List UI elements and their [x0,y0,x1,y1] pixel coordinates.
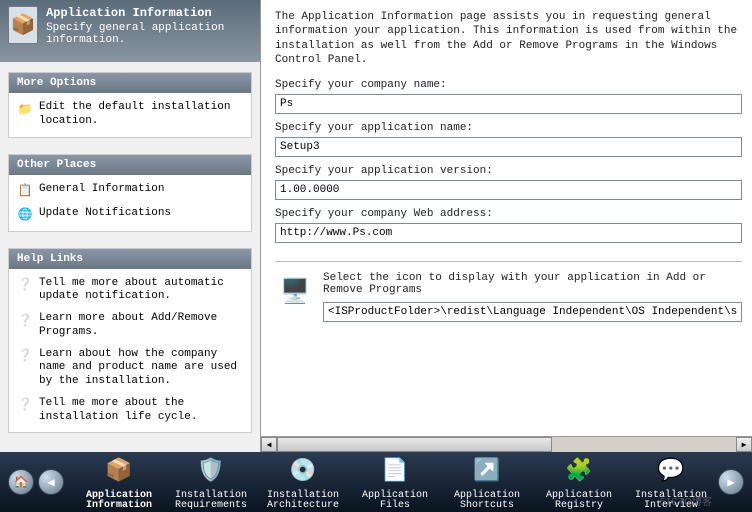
help-links-panel: Help Links ❔ Tell me more about automati… [8,248,252,434]
scroll-track[interactable] [277,437,736,452]
edit-install-location-link[interactable]: 📁 Edit the default installation location… [15,97,245,133]
globe-icon: 🌐 [17,207,33,223]
more-options-panel: More Options 📁 Edit the default installa… [8,72,252,138]
back-button[interactable]: ◀ [38,469,64,495]
appname-input[interactable] [275,137,742,157]
folder-icon: 📁 [17,101,33,117]
step-application-registry[interactable]: 🧩 Application Registry [536,453,622,512]
footer-nav: 🏠 ◀ 📦 Application Information 🛡️ Install… [0,452,752,512]
horizontal-scrollbar[interactable]: ◀ ▶ [261,436,752,452]
main-content: The Application Information page assists… [261,0,752,436]
icon-path-input[interactable] [323,302,742,322]
other-places-header: Other Places [9,155,251,175]
setup-icon-preview: 🖥️ [275,272,315,312]
shield-icon: 🛡️ [193,453,229,489]
step-application-shortcuts[interactable]: ↗️ Application Shortcuts [444,453,530,512]
page-subtitle: Specify general application information. [46,22,252,46]
step-application-files[interactable]: 📄 Application Files [352,453,438,512]
page-title: Application Information [46,6,252,20]
step-installation-requirements[interactable]: 🛡️ Installation Requirements [168,453,254,512]
step-installation-architecture[interactable]: 💿 Installation Architecture [260,453,346,512]
help-link-lifecycle[interactable]: ❔ Tell me more about the installation li… [15,393,245,429]
help-icon: ❔ [17,348,33,364]
version-label: Specify your application version: [275,165,742,177]
help-link-update-notification[interactable]: ❔ Tell me more about automatic update no… [15,273,245,309]
next-button[interactable]: ▶ [718,469,744,495]
intro-text: The Application Information page assists… [275,10,742,67]
dialog-icon: 💬 [653,453,689,489]
appname-label: Specify your application name: [275,122,742,134]
shortcut-icon: ↗️ [469,453,505,489]
step-application-information[interactable]: 📦 Application Information [76,453,162,512]
company-label: Specify your company name: [275,79,742,91]
other-places-panel: Other Places 📋 General Information 🌐 Upd… [8,154,252,232]
scroll-thumb[interactable] [277,437,552,452]
more-options-header: More Options [9,73,251,93]
update-notifications-link[interactable]: 🌐 Update Notifications [15,203,245,227]
help-links-header: Help Links [9,249,251,269]
scroll-right-button[interactable]: ▶ [736,437,752,452]
box-icon: 📦 [101,453,137,489]
help-icon: ❔ [17,397,33,413]
registry-icon: 🧩 [561,453,597,489]
general-information-link[interactable]: 📋 General Information [15,179,245,203]
page-header: 📦 Application Information Specify genera… [0,0,260,62]
web-label: Specify your company Web address: [275,208,742,220]
web-input[interactable] [275,223,742,243]
app-info-icon: 📦 [8,6,38,44]
scroll-left-button[interactable]: ◀ [261,437,277,452]
watermark: 51CTO博客 [660,493,712,508]
help-icon: ❔ [17,277,33,293]
icon-section-text: Select the icon to display with your app… [323,272,742,296]
home-button[interactable]: 🏠 [8,469,34,495]
help-link-company-product[interactable]: ❔ Learn about how the company name and p… [15,344,245,393]
file-icon: 📄 [377,453,413,489]
company-input[interactable] [275,94,742,114]
divider [275,261,742,262]
version-input[interactable] [275,180,742,200]
calendar-icon: 📋 [17,183,33,199]
disc-icon: 💿 [285,453,321,489]
help-link-add-remove[interactable]: ❔ Learn more about Add/Remove Programs. [15,308,245,344]
help-icon: ❔ [17,312,33,328]
